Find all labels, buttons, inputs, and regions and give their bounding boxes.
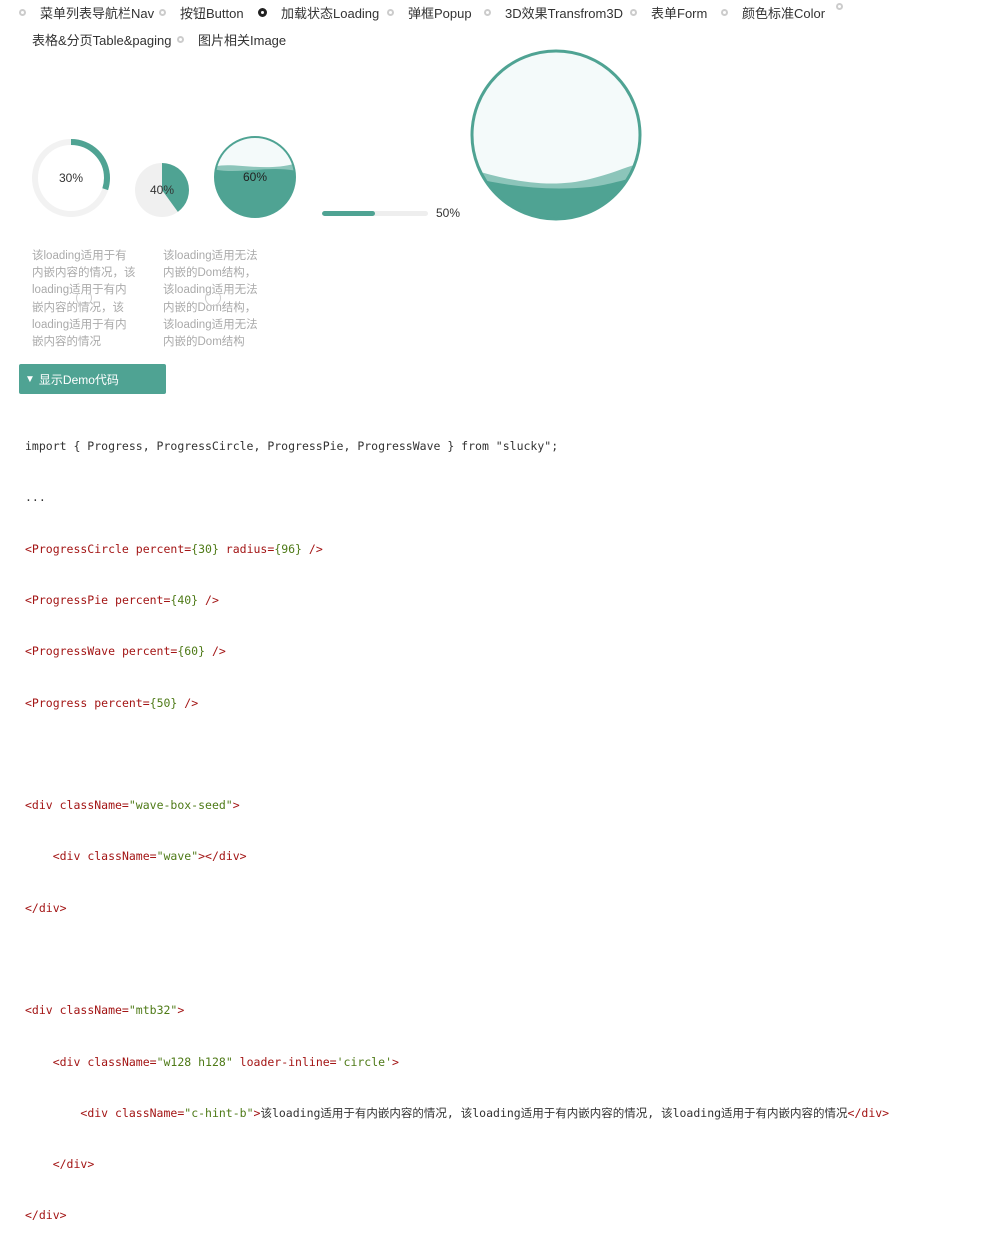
progress-bar — [322, 211, 428, 216]
loading-spinner-icon — [205, 290, 221, 306]
code-line: <Progress percent={50} /> — [25, 695, 199, 710]
hint-line: loading适用于有内 — [32, 318, 127, 331]
code-line: <ProgressPie percent={40} /> — [25, 593, 219, 608]
nav-item-nav[interactable]: 菜单列表导航栏Nav — [19, 3, 154, 22]
code-line: </div> — [52, 1157, 95, 1172]
nav-item-label: 按钮Button — [180, 6, 244, 21]
nav-item-label: 菜单列表导航栏Nav — [40, 6, 155, 21]
bullet-icon — [836, 3, 843, 10]
code-line: import { Progress, ProgressCircle, Progr… — [25, 439, 559, 454]
code-line: <div className="c-hint-b">该loading适用于有内嵌… — [80, 1105, 890, 1120]
progress-bar-fill — [322, 211, 375, 216]
nav-item-color[interactable]: 颜色标准Color — [721, 3, 825, 22]
nav-item-label: 表单Form — [651, 6, 708, 21]
code-line: <div className="w128 h128" loader-inline… — [52, 1054, 399, 1069]
progress-bar-label: 50% — [436, 206, 461, 220]
code-line: <ProgressWave percent={60} /> — [25, 644, 226, 659]
nav-item-button[interactable]: 按钮Button — [159, 3, 244, 22]
code-line: <div className="wave-box-seed"> — [25, 798, 240, 813]
nav-item-form[interactable]: 表单Form — [630, 3, 707, 22]
bullet-icon — [484, 9, 491, 16]
progress-circle: 30% — [30, 137, 112, 219]
hint-line: 该loading适用无法 — [163, 318, 258, 331]
bullet-icon — [177, 36, 184, 43]
nav-item-label: 3D效果Transfrom3D — [505, 6, 623, 21]
bullet-icon — [19, 9, 26, 16]
bullet-icon — [159, 9, 166, 16]
progress-wave-label: 60% — [242, 170, 268, 184]
bullet-icon — [721, 9, 728, 16]
hint-line: 内嵌内容的情况，该 — [32, 267, 136, 280]
nav-item-label: 弹框Popup — [408, 6, 472, 21]
show-demo-code-button[interactable]: ▼ 显示Demo代码 — [19, 364, 166, 394]
hint-line: 嵌内容的情况 — [32, 336, 101, 349]
hint-line: 内嵌的Dom结构 — [163, 336, 245, 349]
code-line: ... — [25, 490, 46, 505]
loading-spinner-icon — [76, 290, 92, 306]
nav-item-label: 表格&分页Table&paging — [32, 33, 172, 48]
bullet-icon — [258, 8, 267, 17]
nav-item-table[interactable]: 表格&分页Table&paging — [32, 30, 171, 49]
hint-line: 该loading适用于有 — [32, 250, 127, 262]
progress-pie-label: 40% — [149, 183, 175, 197]
bullet-icon — [387, 9, 394, 16]
hint-line: 该loading适用无法 — [163, 250, 258, 262]
code-line: <div className="mtb32"> — [25, 1003, 185, 1018]
top-nav: 菜单列表导航栏Nav 按钮Button 加载状态Loading 弹框Popup … — [0, 0, 1000, 56]
triangle-down-icon: ▼ — [25, 373, 35, 385]
code-line: <ProgressCircle percent={30} radius={96}… — [25, 541, 323, 556]
nav-item-popup[interactable]: 弹框Popup — [387, 3, 472, 22]
nav-item-label: 颜色标准Color — [742, 6, 826, 21]
code-line: </div> — [25, 1208, 67, 1223]
demo-code-block: import { Progress, ProgressCircle, Progr… — [25, 404, 985, 1242]
code-line: </div> — [25, 900, 67, 915]
show-demo-code-label: 显示Demo代码 — [38, 372, 119, 387]
nav-item-loading[interactable]: 加载状态Loading — [258, 3, 379, 22]
nav-item-label: 加载状态Loading — [281, 6, 380, 21]
progress-circle-label: 30% — [58, 171, 84, 185]
code-line: <div className="wave"></div> — [52, 849, 247, 864]
nav-item-label: 图片相关Image — [198, 33, 287, 48]
nav-item-transform3d[interactable]: 3D效果Transfrom3D — [484, 3, 623, 22]
hint-line: 内嵌的Dom结构， — [163, 267, 257, 280]
wave-box-seed — [470, 49, 642, 221]
bullet-icon — [630, 9, 637, 16]
nav-item-image[interactable]: 图片相关Image — [177, 30, 286, 49]
nav-item-empty-bullet[interactable] — [836, 3, 857, 10]
